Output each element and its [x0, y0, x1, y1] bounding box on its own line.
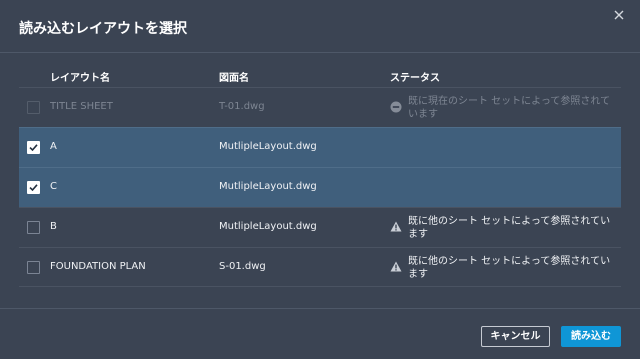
- layout-name-cell: TITLE SHEET: [50, 101, 113, 112]
- drawing-name-cell: S-01.dwg: [219, 261, 266, 272]
- table-row[interactable]: B MutlipleLayout.dwg 既に他のシート セットによって参照され…: [19, 207, 621, 247]
- row-checkbox[interactable]: [27, 181, 40, 194]
- status-text: 既に現在のシート セットによって参照されています: [408, 96, 611, 120]
- table-row: TITLE SHEET T-01.dwg 既に現在のシート セットによって参照さ…: [19, 87, 621, 127]
- select-layouts-dialog: 読み込むレイアウトを選択 レイアウト名 図面名 ステータス TITLE SHEE…: [0, 0, 640, 359]
- drawing-name-cell: MutlipleLayout.dwg: [219, 221, 317, 232]
- column-header-layout-name[interactable]: レイアウト名: [50, 69, 110, 84]
- layout-table: TITLE SHEET T-01.dwg 既に現在のシート セットによって参照さ…: [19, 87, 621, 287]
- cancel-button[interactable]: キャンセル: [481, 326, 550, 347]
- dialog-title: 読み込むレイアウトを選択: [19, 21, 187, 37]
- status-text: 既に他のシート セットによって参照されています: [408, 256, 611, 280]
- drawing-name-cell: MutlipleLayout.dwg: [219, 141, 317, 152]
- blocked-icon: [390, 101, 402, 113]
- layout-name-cell: A: [50, 141, 57, 152]
- layout-name-cell: C: [50, 181, 57, 192]
- table-row[interactable]: FOUNDATION PLAN S-01.dwg 既に他のシート セットによって…: [19, 247, 621, 287]
- status-text: 既に他のシート セットによって参照されています: [408, 216, 611, 240]
- row-checkbox[interactable]: [27, 261, 40, 274]
- table-row[interactable]: A MutlipleLayout.dwg: [19, 127, 621, 167]
- column-header-drawing-name[interactable]: 図面名: [219, 69, 249, 84]
- footer-divider: [0, 308, 640, 309]
- load-button[interactable]: 読み込む: [561, 326, 621, 347]
- layout-name-cell: FOUNDATION PLAN: [50, 261, 146, 272]
- row-checkbox[interactable]: [27, 141, 40, 154]
- warning-icon: [390, 221, 402, 232]
- row-checkbox[interactable]: [27, 221, 40, 234]
- row-checkbox: [27, 101, 40, 114]
- layout-name-cell: B: [50, 221, 57, 232]
- checkmark-icon: [29, 144, 38, 152]
- table-row[interactable]: C MutlipleLayout.dwg: [19, 167, 621, 207]
- checkmark-icon: [29, 184, 38, 192]
- drawing-name-cell: MutlipleLayout.dwg: [219, 181, 317, 192]
- dialog-titlebar: 読み込むレイアウトを選択: [0, 0, 640, 53]
- warning-icon: [390, 261, 402, 272]
- column-header-status[interactable]: ステータス: [390, 69, 440, 84]
- drawing-name-cell: T-01.dwg: [219, 101, 265, 112]
- close-icon[interactable]: [612, 8, 626, 22]
